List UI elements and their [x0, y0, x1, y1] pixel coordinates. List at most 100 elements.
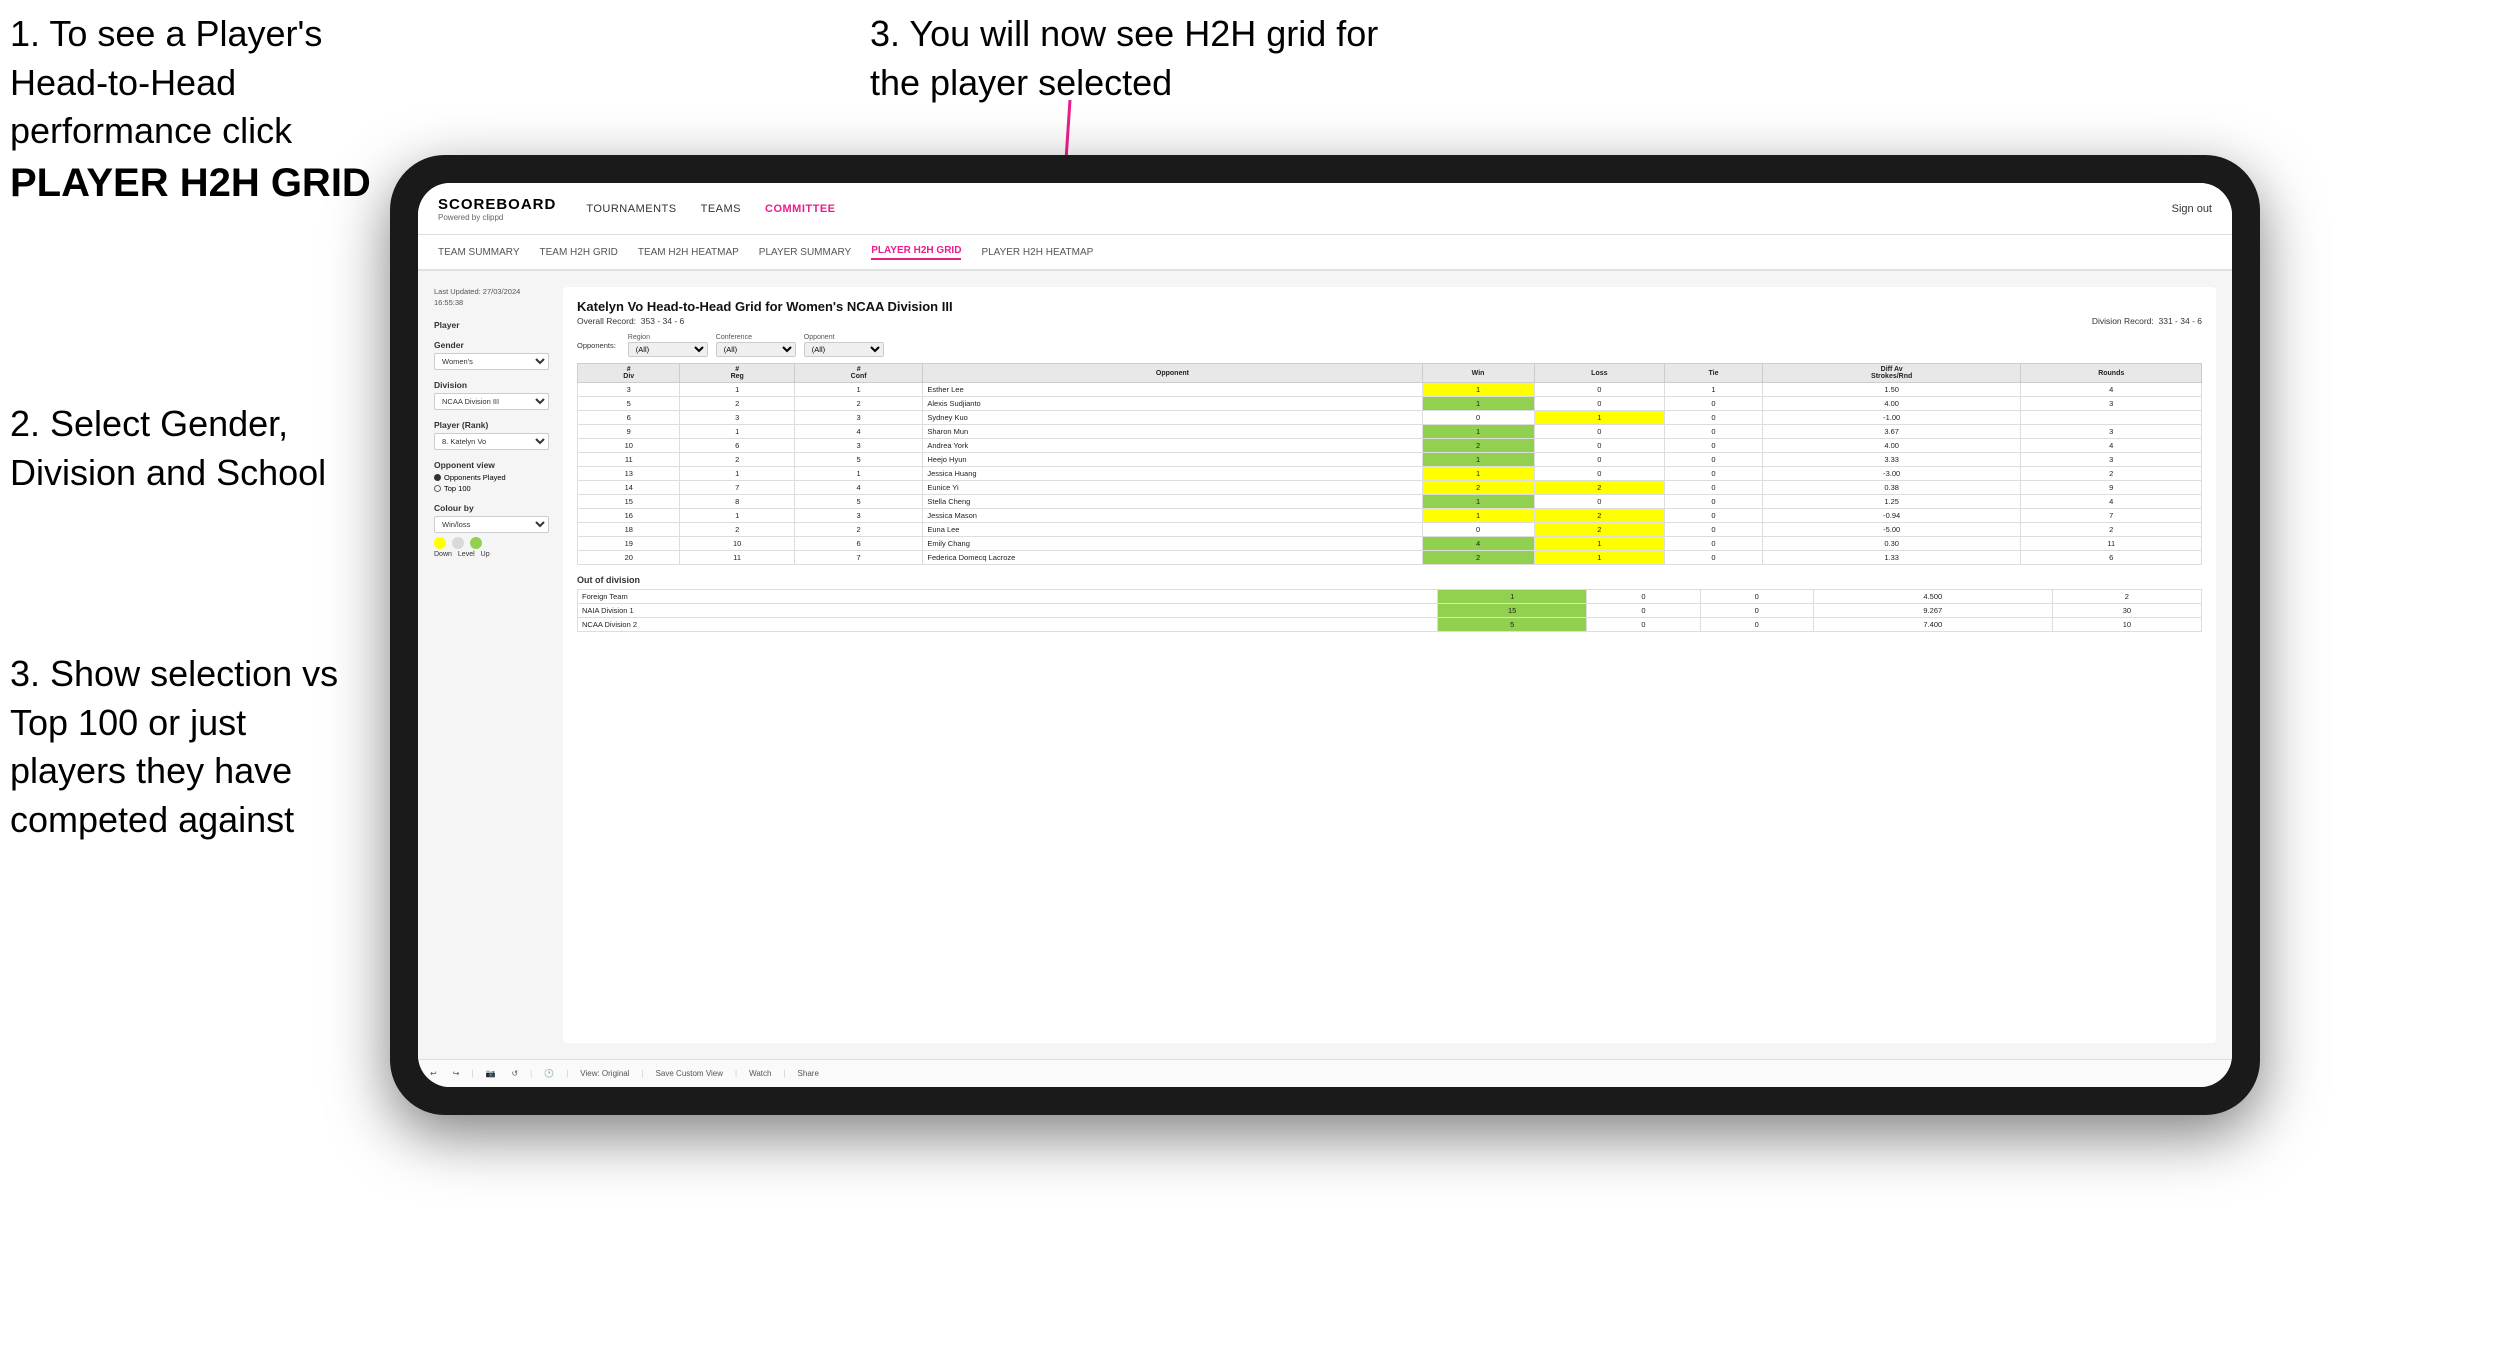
- conference-label: Conference: [716, 334, 796, 341]
- label-level: Level: [458, 551, 475, 558]
- gender-label: Gender: [434, 340, 549, 350]
- out-of-division-row: NCAA Division 2 5 0 0 7.400 10: [578, 618, 2202, 632]
- out-of-division-row: Foreign Team 1 0 0 4.500 2: [578, 590, 2202, 604]
- toolbar-clock[interactable]: 🕐: [540, 1068, 558, 1079]
- save-custom-btn[interactable]: Save Custom View: [652, 1068, 727, 1079]
- table-row: 20 11 7 Federica Domecq Lacroze 2 1 0 1.…: [578, 551, 2202, 565]
- nav-bar: SCOREBOARD Powered by clippd TOURNAMENTS…: [418, 183, 2232, 235]
- share-btn[interactable]: Share: [794, 1068, 823, 1079]
- colour-dot-up: [470, 537, 482, 549]
- region-select[interactable]: (All): [628, 342, 708, 357]
- division-select[interactable]: NCAA Division III NCAA Division I NCAA D…: [434, 393, 549, 410]
- out-of-division-header: Out of division: [577, 575, 2202, 585]
- toolbar-undo[interactable]: ↩: [426, 1068, 441, 1079]
- radio-opponents-played[interactable]: [434, 474, 441, 481]
- subnav-team-h2h-grid[interactable]: TEAM H2H GRID: [540, 247, 618, 258]
- last-updated: Last Updated: 27/03/2024 16:55:38: [434, 287, 549, 308]
- nav-tournaments[interactable]: TOURNAMENTS: [586, 203, 676, 215]
- division-section: Division NCAA Division III NCAA Division…: [434, 380, 549, 410]
- logo-area: SCOREBOARD Powered by clippd: [438, 196, 556, 222]
- opponent-select[interactable]: (All): [804, 342, 884, 357]
- toolbar-refresh[interactable]: ↺: [507, 1068, 522, 1079]
- subnav-player-h2h-grid[interactable]: PLAYER H2H GRID: [871, 245, 961, 260]
- subnav-team-h2h-heatmap[interactable]: TEAM H2H HEATMAP: [638, 247, 739, 258]
- tablet-device: SCOREBOARD Powered by clippd TOURNAMENTS…: [390, 155, 2260, 1115]
- player-rank-select[interactable]: 8. Katelyn Vo: [434, 433, 549, 450]
- instruction-step1: 1. To see a Player's Head-to-Head perfor…: [10, 10, 430, 210]
- colour-dot-level: [452, 537, 464, 549]
- table-row: 14 7 4 Eunice Yi 2 2 0 0.38 9: [578, 481, 2202, 495]
- nav-links: TOURNAMENTS TEAMS COMMITTEE: [586, 203, 2171, 215]
- overall-record: Overall Record: 353 - 34 - 6: [577, 316, 684, 326]
- col-loss: Loss: [1534, 364, 1664, 383]
- subnav-player-summary[interactable]: PLAYER SUMMARY: [759, 247, 851, 258]
- colour-by-select[interactable]: Win/loss: [434, 516, 549, 533]
- step1-text: 1. To see a Player's Head-to-Head perfor…: [10, 13, 322, 151]
- table-row: 3 1 1 Esther Lee 1 0 1 1.50 4: [578, 383, 2202, 397]
- col-rounds: Rounds: [2021, 364, 2202, 383]
- radio-top100[interactable]: [434, 485, 441, 492]
- sign-out-link[interactable]: Sign out: [2172, 203, 2212, 215]
- opponent-filter: Opponent (All): [804, 334, 884, 357]
- table-row: 11 2 5 Heejo Hyun 1 0 0 3.33 3: [578, 453, 2202, 467]
- watch-btn[interactable]: Watch: [745, 1068, 775, 1079]
- nav-right: Sign out: [2172, 203, 2212, 215]
- toolbar: ↩ ↪ | 📷 ↺ | 🕐 | View: Original | Save Cu…: [418, 1059, 2232, 1087]
- conference-select[interactable]: (All): [716, 342, 796, 357]
- table-row: 19 10 6 Emily Chang 4 1 0 0.30 11: [578, 537, 2202, 551]
- opponents-label: Opponents:: [577, 341, 616, 350]
- step1-bold: PLAYER H2H GRID: [10, 161, 371, 205]
- h2h-table: #Div #Reg #Conf Opponent Win Loss Tie Di…: [577, 363, 2202, 565]
- top100-option[interactable]: Top 100: [434, 484, 549, 493]
- out-of-division-row: NAIA Division 1 15 0 0 9.267 30: [578, 604, 2202, 618]
- nav-committee[interactable]: COMMITTEE: [765, 203, 836, 215]
- table-row: 6 3 3 Sydney Kuo 0 1 0 -1.00: [578, 411, 2202, 425]
- main-content: Last Updated: 27/03/2024 16:55:38 Player…: [418, 271, 2232, 1059]
- table-row: 16 1 3 Jessica Mason 1 2 0 -0.94 7: [578, 509, 2202, 523]
- colour-section: Colour by Win/loss Down Level Up: [434, 503, 549, 558]
- col-win: Win: [1422, 364, 1534, 383]
- step3-top-text: 3. You will now see H2H grid for the pla…: [870, 13, 1378, 103]
- table-row: 5 2 2 Alexis Sudjianto 1 0 0 4.00 3: [578, 397, 2202, 411]
- colour-labels: Down Level Up: [434, 551, 549, 558]
- gender-section: Gender Women's Men's: [434, 340, 549, 370]
- col-reg: #Reg: [680, 364, 794, 383]
- step3-bottom-text: 3. Show selection vs Top 100 or just pla…: [10, 653, 338, 840]
- col-opponent: Opponent: [923, 364, 1422, 383]
- player-rank-label: Player (Rank): [434, 420, 549, 430]
- player-rank-section: Player (Rank) 8. Katelyn Vo: [434, 420, 549, 450]
- conference-filter: Conference (All): [716, 334, 796, 357]
- grid-filter-row: Opponents: Region (All) Conference (All): [577, 334, 2202, 357]
- player-section: Player: [434, 320, 549, 330]
- left-panel: Last Updated: 27/03/2024 16:55:38 Player…: [434, 287, 549, 1043]
- col-conf: #Conf: [794, 364, 922, 383]
- division-record: Division Record: 331 - 34 - 6: [2092, 316, 2202, 326]
- col-div: #Div: [578, 364, 680, 383]
- player-label: Player: [434, 320, 549, 330]
- instruction-step3-bottom: 3. Show selection vs Top 100 or just pla…: [10, 650, 370, 844]
- tablet-screen: SCOREBOARD Powered by clippd TOURNAMENTS…: [418, 183, 2232, 1087]
- subnav-player-h2h-heatmap[interactable]: PLAYER H2H HEATMAP: [981, 247, 1093, 258]
- right-panel: Katelyn Vo Head-to-Head Grid for Women's…: [563, 287, 2216, 1043]
- step2-text: 2. Select Gender, Division and School: [10, 403, 326, 493]
- colour-dots: [434, 537, 549, 549]
- out-of-division-table: Foreign Team 1 0 0 4.500 2 NAIA Division…: [577, 589, 2202, 632]
- nav-teams[interactable]: TEAMS: [701, 203, 741, 215]
- toolbar-camera[interactable]: 📷: [481, 1068, 499, 1079]
- opponent-view-label: Opponent view: [434, 460, 549, 470]
- view-original-btn[interactable]: View: Original: [576, 1068, 633, 1079]
- sub-nav: TEAM SUMMARY TEAM H2H GRID TEAM H2H HEAT…: [418, 235, 2232, 271]
- gender-select[interactable]: Women's Men's: [434, 353, 549, 370]
- division-label: Division: [434, 380, 549, 390]
- records-row: Overall Record: 353 - 34 - 6 Division Re…: [577, 316, 2202, 326]
- subnav-team-summary[interactable]: TEAM SUMMARY: [438, 247, 520, 258]
- col-diff: Diff AvStrokes/Rnd: [1762, 364, 2021, 383]
- grid-title: Katelyn Vo Head-to-Head Grid for Women's…: [577, 299, 2202, 314]
- opponent-played-option[interactable]: Opponents Played: [434, 473, 549, 482]
- table-row: 18 2 2 Euna Lee 0 2 0 -5.00 2: [578, 523, 2202, 537]
- opponent-label: Opponent: [804, 334, 884, 341]
- label-up: Up: [481, 551, 490, 558]
- region-filter: Region (All): [628, 334, 708, 357]
- opponent-view-section: Opponent view Opponents Played Top 100: [434, 460, 549, 493]
- toolbar-redo[interactable]: ↪: [449, 1068, 464, 1079]
